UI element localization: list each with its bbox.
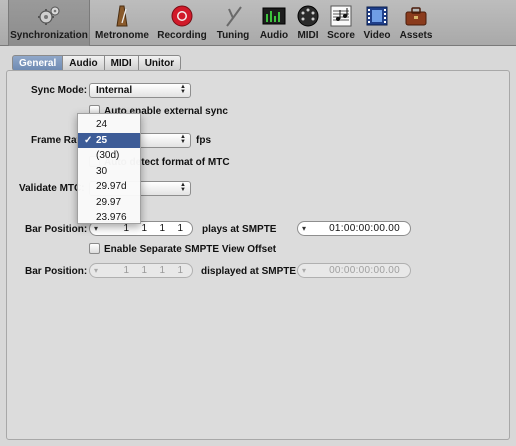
menu-item-29-97[interactable]: 29.97 xyxy=(78,195,140,211)
toolbar-assets[interactable]: Assets xyxy=(397,0,435,46)
toolbar-label: Score xyxy=(327,30,355,41)
menu-item-label: 25 xyxy=(96,134,108,146)
displayed-at-smpte-label: displayed at SMPTE xyxy=(201,266,297,277)
bar-position-label: Bar Position: xyxy=(25,224,88,235)
menu-item-25[interactable]: ✓ 25 xyxy=(78,132,140,148)
popup-arrows-icon: ▲ ▼ xyxy=(180,182,186,193)
toolbar-tuning[interactable]: Tuning xyxy=(213,0,253,46)
smpte-field[interactable]: ▾ 01:00:00:00.00 xyxy=(297,221,411,236)
preferences-toolbar: Synchronization Metronome Recording Tuni… xyxy=(0,0,516,46)
smpte-value: 01:00:00:00.00 xyxy=(329,223,400,234)
bar-position-2-bar: 1 xyxy=(123,265,129,276)
smpte-2-value: 00:00:00:00.00 xyxy=(329,265,400,276)
checkmark-icon: ✓ xyxy=(84,134,93,146)
bar-position-2-beat: 1 xyxy=(141,265,147,276)
bar-position-2-label: Bar Position: xyxy=(25,266,88,277)
popup-arrows-icon: ▲ ▼ xyxy=(180,84,186,95)
record-icon xyxy=(169,4,195,28)
menu-item-29-97d[interactable]: 29.97d xyxy=(78,179,140,195)
sync-mode-value: Internal xyxy=(96,85,133,96)
tab-midi[interactable]: MIDI xyxy=(104,55,139,71)
toolbar-synchronization[interactable]: Synchronization xyxy=(8,0,90,46)
menu-item-30d[interactable]: (30d) xyxy=(78,148,140,164)
briefcase-icon xyxy=(403,4,429,28)
plays-at-smpte-label: plays at SMPTE xyxy=(202,224,277,235)
sync-mode-popup[interactable]: Internal ▲ ▼ xyxy=(89,83,191,98)
smpte-2-field[interactable]: ▾ 00:00:00:00.00 xyxy=(297,263,411,278)
menu-item-label: 29.97d xyxy=(96,181,127,192)
menu-item-label: 24 xyxy=(96,119,108,130)
stepper-arrow-icon: ▾ xyxy=(94,266,99,275)
midi-port-icon xyxy=(295,4,321,28)
audio-meter-icon xyxy=(261,4,287,28)
separate-offset-checkbox[interactable] xyxy=(89,243,100,254)
tab-audio[interactable]: Audio xyxy=(63,55,105,71)
menu-item-label: 23.976 xyxy=(96,212,127,223)
toolbar-label: Assets xyxy=(399,30,433,41)
popup-arrows-icon: ▲ ▼ xyxy=(180,134,186,145)
menu-item-label: 30 xyxy=(96,165,108,177)
toolbar-video[interactable]: Video xyxy=(360,0,394,46)
sync-mode-label: Sync Mode: xyxy=(31,85,88,96)
stepper-arrow-icon: ▾ xyxy=(302,224,307,233)
bar-position-division: 1 xyxy=(159,223,165,234)
menu-item-24[interactable]: 24 xyxy=(78,117,140,133)
score-icon xyxy=(328,4,354,28)
toolbar-label: Tuning xyxy=(216,30,250,41)
tuning-fork-icon xyxy=(220,4,246,28)
toolbar-audio[interactable]: Audio xyxy=(256,0,292,46)
bar-position-2-field[interactable]: ▾ 1 1 1 1 xyxy=(89,263,193,278)
menu-item-label: 29.97 xyxy=(96,196,122,208)
frame-rate-menu: 24 ✓ 25 (30d) 30 29.97d 29.97 23.976 xyxy=(77,113,141,224)
toolbar-label: Video xyxy=(363,30,391,41)
toolbar-label: Recording xyxy=(157,30,207,41)
toolbar-metronome[interactable]: Metronome xyxy=(93,0,151,46)
menu-item-label: (30d) xyxy=(96,150,120,161)
stepper-arrow-icon: ▾ xyxy=(302,266,307,275)
toolbar-label: Metronome xyxy=(95,30,149,41)
bar-position-tick: 1 xyxy=(177,223,183,234)
bar-position-2-division: 1 xyxy=(159,265,165,276)
tab-general[interactable]: General xyxy=(12,55,64,71)
gears-icon xyxy=(36,4,62,28)
bar-position-2-tick: 1 xyxy=(177,265,183,276)
tab-bar: General Audio MIDI Unitor xyxy=(12,55,182,71)
film-icon xyxy=(364,4,390,28)
menu-item-23-976[interactable]: 23.976 xyxy=(78,210,140,226)
menu-item-30[interactable]: 30 xyxy=(78,164,140,180)
toolbar-label: MIDI xyxy=(297,30,319,41)
tab-unitor[interactable]: Unitor xyxy=(138,55,182,71)
toolbar-score[interactable]: Score xyxy=(326,0,356,46)
separate-offset-label: Enable Separate SMPTE View Offset xyxy=(104,244,277,255)
fps-label: fps xyxy=(196,135,211,146)
toolbar-label: Synchronization xyxy=(10,30,88,41)
validate-mtc-label: Validate MTC: xyxy=(19,183,85,194)
toolbar-label: Audio xyxy=(259,30,289,41)
metronome-icon xyxy=(109,4,135,28)
toolbar-recording[interactable]: Recording xyxy=(155,0,209,46)
toolbar-midi[interactable]: MIDI xyxy=(294,0,322,46)
